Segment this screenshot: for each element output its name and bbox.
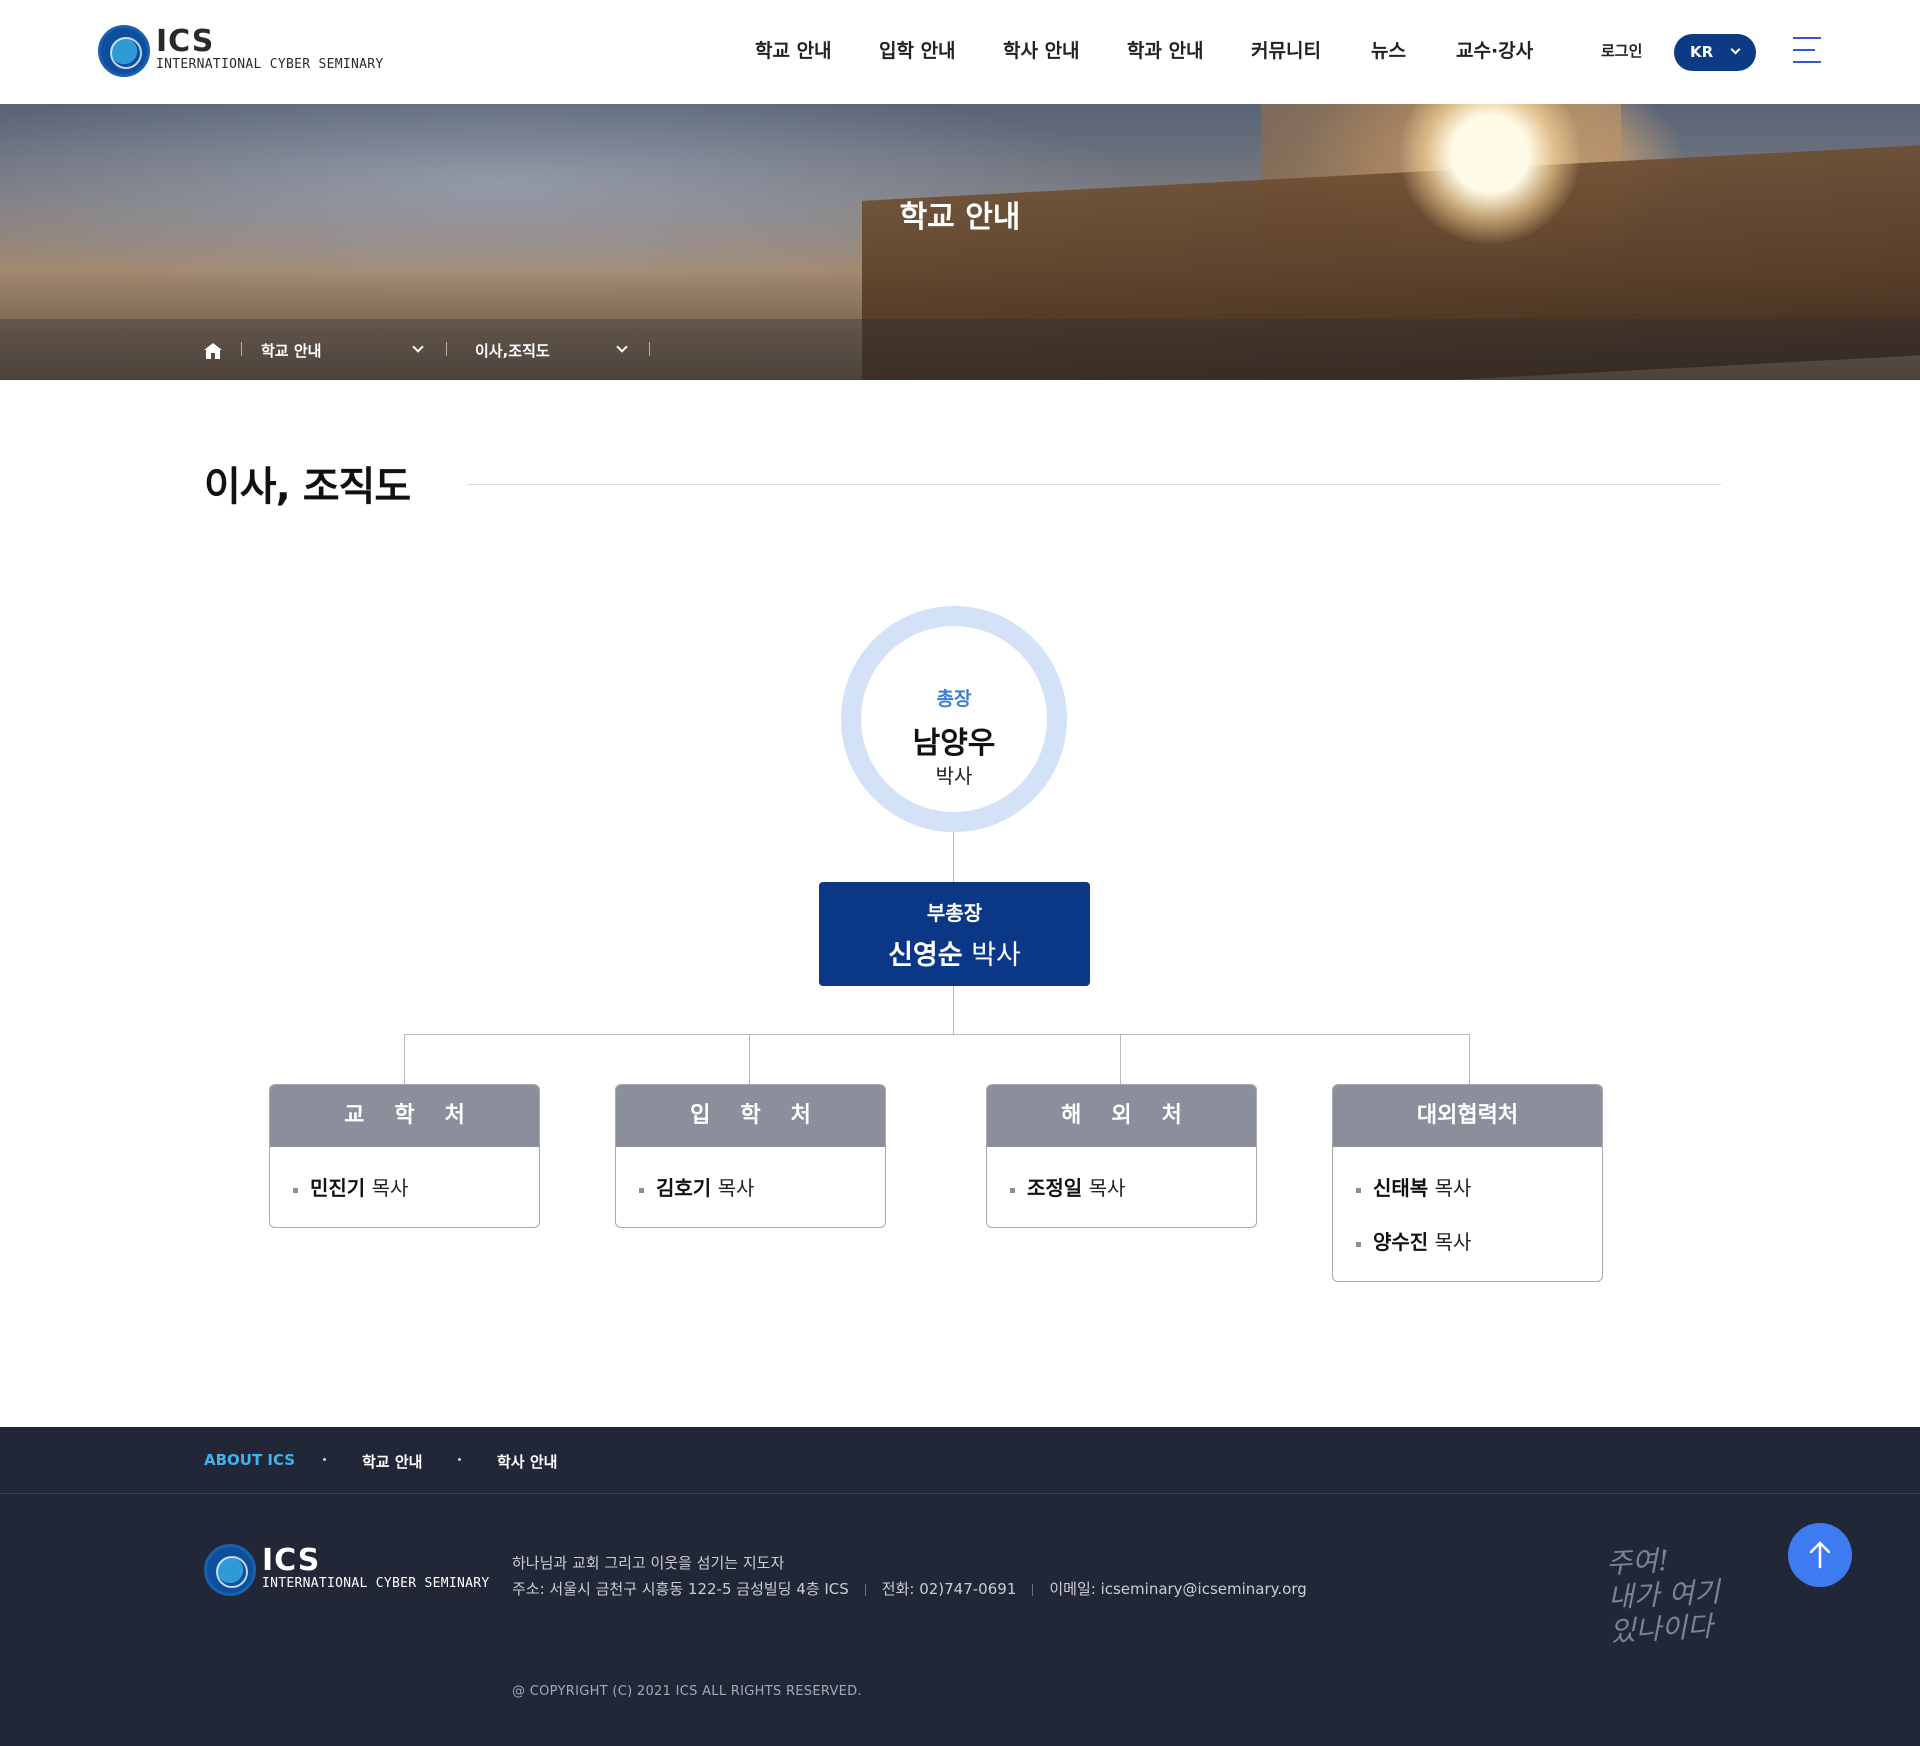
nav-item-school-info[interactable]: 학교 안내 [755,36,832,63]
site-footer: ICS INTERNATIONAL CYBER SEMINARY 하나님과 교회… [0,1494,1920,1746]
list-item: 양수진 목사 [1333,1215,1602,1269]
connector-line [404,1034,405,1084]
language-select[interactable]: KR [1674,34,1756,71]
chevron-down-icon [1730,44,1741,55]
breadcrumb: 학교 안내 이사,조직도 [0,319,1920,380]
department-admissions: 입학처 김호기 목사 [615,1084,886,1228]
member-name: 신태복 [1373,1176,1429,1200]
president-node: 총장 남양우 박사 [841,606,1067,832]
chevron-down-icon[interactable] [412,341,424,353]
nav-item-community[interactable]: 커뮤니티 [1251,36,1321,63]
footer-address: 주소: 서울시 금천구 시흥동 122-5 금성빌딩 4층 ICS [512,1580,849,1598]
member-title: 목사 [1088,1176,1126,1200]
nav-item-academic[interactable]: 학사 안내 [1003,36,1080,63]
member-name: 조정일 [1027,1176,1083,1200]
hamburger-menu-icon[interactable] [1793,36,1821,64]
chevron-down-icon[interactable] [616,341,628,353]
connector-line [953,832,954,882]
footer-tagline: 하나님과 교회 그리고 이웃을 섬기는 지도자 [512,1554,785,1572]
member-title: 목사 [1434,1230,1472,1254]
connector-line [749,1034,750,1084]
breadcrumb-depth2[interactable]: 이사,조직도 [475,340,550,361]
department-name: 입학처 [616,1085,885,1147]
logo-emblem-icon [204,1544,256,1596]
nav-item-news[interactable]: 뉴스 [1371,36,1406,63]
hero-banner: 학교 안내 학교 안내 이사,조직도 [0,104,1920,380]
home-icon[interactable] [204,343,222,359]
arrow-up-icon [1809,1541,1831,1569]
footer-nav: ABOUT ICS 학교 안내 학사 안내 [0,1427,1920,1494]
vice-president-title: 박사 [971,940,1021,971]
list-item: 민진기 목사 [270,1161,539,1215]
footer-link-school-info[interactable]: 학교 안내 [362,1451,422,1472]
nav-item-departments[interactable]: 학과 안내 [1127,36,1204,63]
footer-slogan: 주여! 내가 여기 있나이다 [1605,1543,1721,1649]
member-name: 김호기 [656,1176,712,1200]
title-divider [467,484,1721,485]
list-item: 조정일 목사 [987,1161,1256,1215]
member-name: 민진기 [310,1176,366,1200]
president-title: 박사 [935,764,973,788]
footer-copyright: @ COPYRIGHT (C) 2021 ICS ALL RIGHTS RESE… [512,1684,862,1699]
president-role: 총장 [936,688,972,710]
footer-logo[interactable]: ICS INTERNATIONAL CYBER SEMINARY [204,1543,489,1598]
footer-link-about[interactable]: ABOUT ICS [204,1451,295,1469]
footer-phone: 전화: 02)747-0691 [881,1580,1017,1598]
department-name: 대외협력처 [1333,1085,1602,1147]
list-item: 신태복 목사 [1333,1161,1602,1215]
department-academic-affairs: 교학처 민진기 목사 [269,1084,540,1228]
connector-line [953,986,954,1034]
vice-president-node: 부총장 신영순 박사 [819,882,1090,986]
language-label: KR [1690,43,1714,61]
scroll-to-top-button[interactable] [1788,1523,1852,1587]
member-name: 양수진 [1373,1230,1429,1254]
president-name: 남양우 [912,726,996,761]
department-overseas: 해외처 조정일 목사 [986,1084,1257,1228]
department-external-cooperation: 대외협력처 신태복 목사 양수진 목사 [1332,1084,1603,1282]
login-link[interactable]: 로그인 [1601,40,1642,61]
footer-contact: 주소: 서울시 금천구 시흥동 122-5 금성빌딩 4층 ICS 전화: 02)… [512,1578,1307,1599]
department-name: 해외처 [987,1085,1256,1147]
list-item: 김호기 목사 [616,1161,885,1215]
footer-link-academic[interactable]: 학사 안내 [497,1451,557,1472]
connector-line [404,1034,1470,1035]
connector-line [1469,1034,1470,1084]
nav-item-faculty[interactable]: 교수·강사 [1456,36,1533,63]
department-name: 교학처 [270,1085,539,1147]
member-title: 목사 [371,1176,409,1200]
logo-subtitle: INTERNATIONAL CYBER SEMINARY [262,1576,490,1591]
nav-item-admission[interactable]: 입학 안내 [879,36,956,63]
page-title: 이사, 조직도 [204,464,411,510]
footer-email: 이메일: icseminary@icseminary.org [1049,1580,1307,1598]
member-title: 목사 [717,1176,755,1200]
vice-president-name: 신영순 [888,940,963,971]
site-header: ICS INTERNATIONAL CYBER SEMINARY 학교 안내 입… [0,0,1920,104]
breadcrumb-depth1[interactable]: 학교 안내 [261,340,321,361]
logo-text: ICS [262,1543,321,1578]
vice-president-role: 부총장 [926,901,983,925]
hero-title: 학교 안내 [899,200,1021,235]
connector-line [1120,1034,1121,1084]
member-title: 목사 [1434,1176,1472,1200]
